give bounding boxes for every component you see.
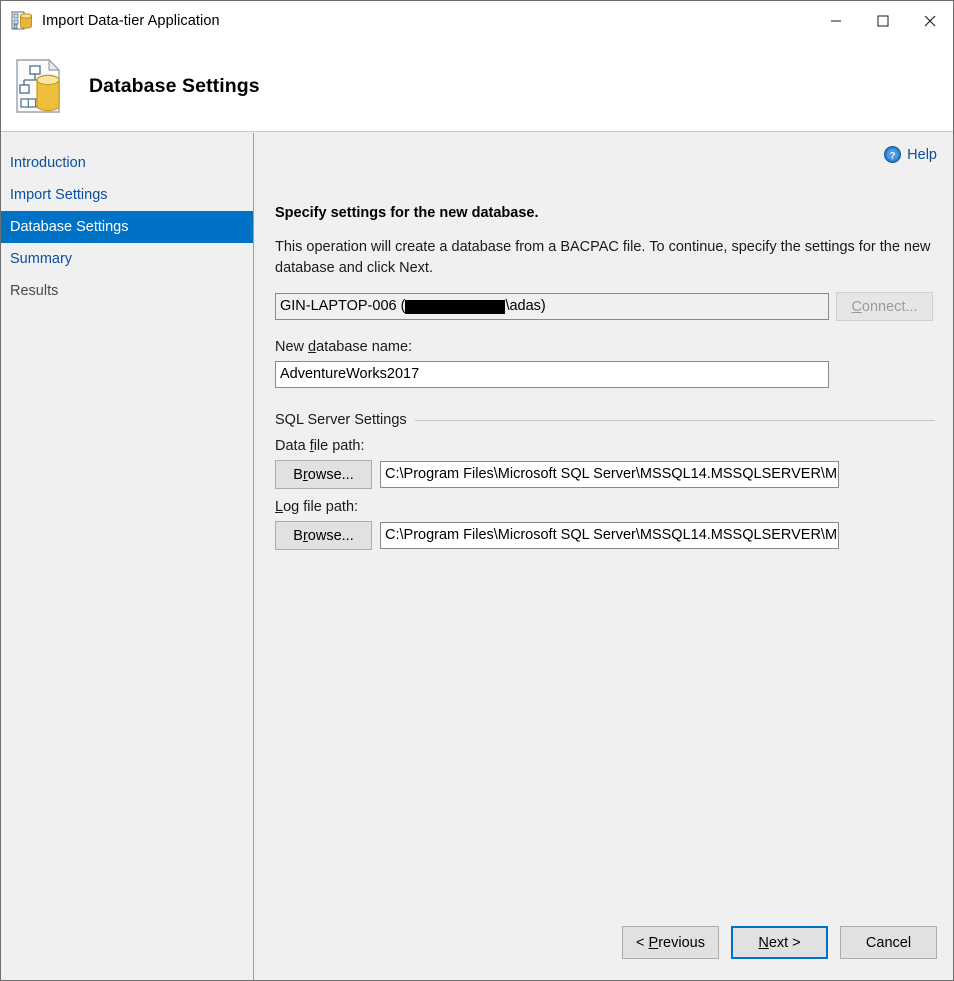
server-suffix: \adas) xyxy=(505,294,545,319)
close-icon xyxy=(924,15,936,27)
group-divider xyxy=(415,420,935,421)
connect-button[interactable]: Connect... xyxy=(836,292,933,321)
cancel-button[interactable]: Cancel xyxy=(840,926,937,959)
log-file-path-input[interactable]: C:\Program Files\Microsoft SQL Server\MS… xyxy=(380,522,839,549)
data-file-path-input[interactable]: C:\Program Files\Microsoft SQL Server\MS… xyxy=(380,461,839,488)
help-circle-icon: ? xyxy=(884,146,901,163)
connect-label: onnect... xyxy=(862,299,918,315)
database-name-input[interactable]: AdventureWorks2017 xyxy=(275,361,829,388)
group-header: SQL Server Settings xyxy=(275,412,935,428)
maximize-icon xyxy=(877,15,889,27)
data-file-path-row: Browse... C:\Program Files\Microsoft SQL… xyxy=(275,460,935,489)
previous-after: revious xyxy=(658,935,705,951)
log-file-path-label: Log file path: xyxy=(275,499,935,515)
page-title: Database Settings xyxy=(89,75,260,98)
server-prefix: GIN-LAPTOP-006 ( xyxy=(280,294,405,319)
server-row: GIN-LAPTOP-006 ( \adas) Connect... xyxy=(275,292,935,321)
dbname-label-after: atabase name: xyxy=(316,339,412,355)
browse-data-file-button[interactable]: Browse... xyxy=(275,460,372,489)
help-label: Help xyxy=(907,147,937,163)
dbname-label-before: New xyxy=(275,339,308,355)
page-header: Database Settings xyxy=(1,41,953,132)
close-button[interactable] xyxy=(906,1,953,41)
datafile-label-before: Data xyxy=(275,438,310,454)
help-link[interactable]: ? Help xyxy=(884,146,937,163)
sidebar-item-database-settings[interactable]: Database Settings xyxy=(1,211,253,243)
connect-accel: C xyxy=(851,299,861,315)
dialog-footer: < Previous Next > Cancel xyxy=(255,908,953,980)
browse-log-after: owse... xyxy=(308,528,354,544)
server-connection-field[interactable]: GIN-LAPTOP-006 ( \adas) xyxy=(275,293,829,320)
data-tier-application-icon xyxy=(11,10,33,32)
svg-text:?: ? xyxy=(890,150,896,161)
form-area: Specify settings for the new database. T… xyxy=(275,205,935,550)
browse-log-file-button[interactable]: Browse... xyxy=(275,521,372,550)
datafile-label-after: ile path: xyxy=(314,438,365,454)
sql-server-settings-group: SQL Server Settings Data file path: Brow… xyxy=(275,412,935,550)
next-button[interactable]: Next > xyxy=(731,926,828,959)
next-after: ext > xyxy=(769,935,801,951)
cancel-label: Cancel xyxy=(866,935,911,951)
maximize-button[interactable] xyxy=(859,1,906,41)
next-accel: N xyxy=(758,935,768,951)
dbname-label-accel: d xyxy=(308,339,316,355)
form-heading: Specify settings for the new database. xyxy=(275,205,935,221)
sidebar-item-import-settings[interactable]: Import Settings xyxy=(1,179,253,211)
window-controls xyxy=(812,1,953,41)
sidebar-item-introduction[interactable]: Introduction xyxy=(1,147,253,179)
browse-data-before: B xyxy=(293,467,303,483)
browse-log-before: B xyxy=(293,528,303,544)
form-description: This operation will create a database fr… xyxy=(275,237,935,279)
logfile-label-accel: L xyxy=(275,499,283,515)
data-file-path-label: Data file path: xyxy=(275,438,935,454)
title-bar: Import Data-tier Application xyxy=(1,1,953,41)
footer-buttons: < Previous Next > Cancel xyxy=(622,926,937,959)
log-file-path-row: Browse... C:\Program Files\Microsoft SQL… xyxy=(275,521,935,550)
sidebar-item-summary[interactable]: Summary xyxy=(1,243,253,275)
database-diagram-icon xyxy=(15,58,67,114)
previous-before: < xyxy=(636,935,649,951)
sidebar-item-results[interactable]: Results xyxy=(1,275,253,307)
previous-button[interactable]: < Previous xyxy=(622,926,719,959)
redaction-bar xyxy=(405,300,505,314)
browse-data-after: owse... xyxy=(308,467,354,483)
previous-accel: P xyxy=(649,935,659,951)
content-panel: ? Help Specify settings for the new data… xyxy=(255,133,953,909)
logfile-label-after: og file path: xyxy=(283,499,358,515)
minimize-icon xyxy=(830,15,842,27)
group-title: SQL Server Settings xyxy=(275,412,407,428)
minimize-button[interactable] xyxy=(812,1,859,41)
window-title: Import Data-tier Application xyxy=(42,13,220,29)
wizard-steps-sidebar: Introduction Import Settings Database Se… xyxy=(1,133,254,980)
database-name-label: New database name: xyxy=(275,339,935,355)
import-data-tier-application-dialog: Import Data-tier Application xyxy=(0,0,954,981)
